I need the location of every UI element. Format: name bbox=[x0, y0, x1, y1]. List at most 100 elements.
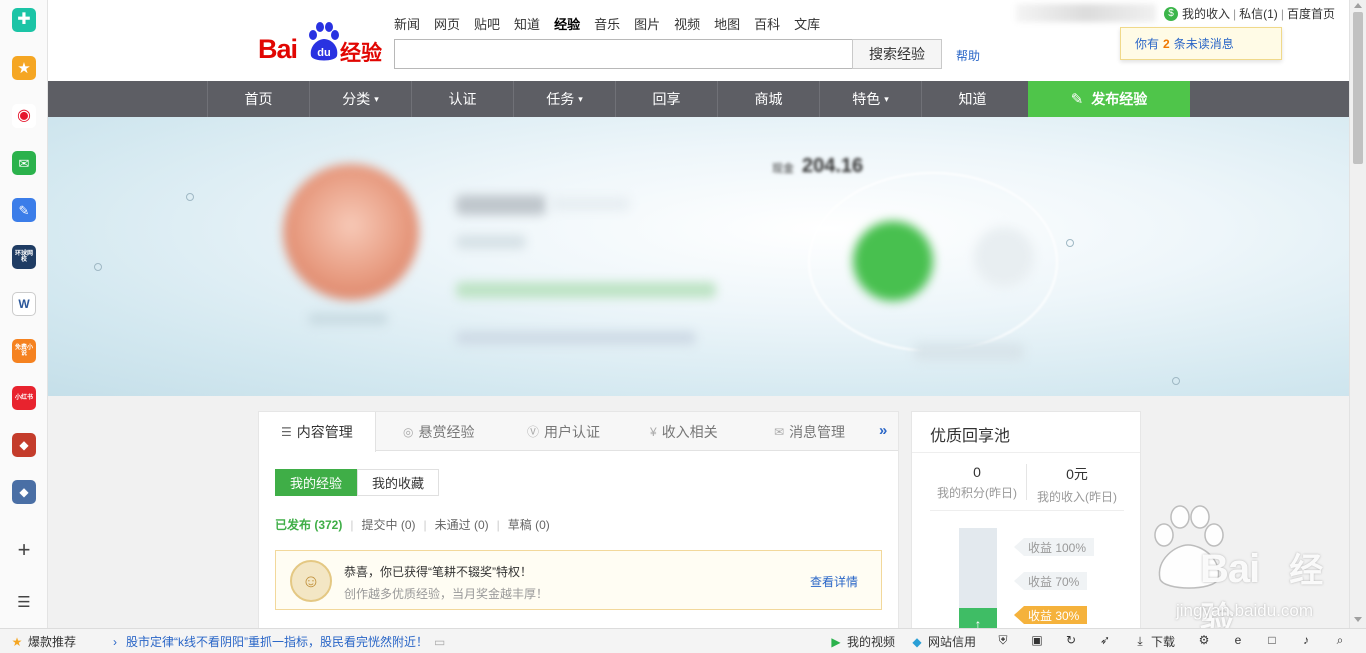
subtab-my-favorites[interactable]: 我的收藏 bbox=[357, 469, 440, 496]
nav-featured[interactable]: 特色 ▾ bbox=[819, 81, 921, 117]
xiaohongshu-icon[interactable]: 小红书 bbox=[12, 386, 36, 410]
publish-label: 发布经验 bbox=[1091, 91, 1148, 107]
scrollbar-thumb[interactable] bbox=[1353, 12, 1363, 164]
search-button[interactable]: 搜索经验 bbox=[852, 39, 942, 69]
extension-icon[interactable]: ⚙ bbox=[1197, 633, 1215, 647]
image-icon[interactable]: ▣ bbox=[1030, 633, 1048, 647]
news-ticker[interactable]: › 股市定律“k线不看阴阳”重抓一指标，股民看完恍然附近！ ▭ bbox=[108, 633, 445, 650]
baidu-home-link[interactable]: 百度首页 bbox=[1287, 5, 1335, 22]
subtab-my-experience[interactable]: 我的经验 bbox=[275, 469, 358, 496]
shield-icon[interactable]: ⛨ bbox=[996, 633, 1014, 647]
nav-home[interactable]: 首页 bbox=[207, 81, 309, 117]
user-avatar[interactable] bbox=[283, 164, 419, 300]
top-nav-music[interactable]: 音乐 bbox=[594, 14, 620, 33]
nav-label: 认证 bbox=[448, 91, 477, 107]
weibo-icon[interactable]: ◉ bbox=[12, 104, 36, 128]
blurred-badges bbox=[550, 197, 630, 211]
baidu-jingyan-logo[interactable]: Bai du 经验 bbox=[258, 22, 388, 66]
favorites-icon[interactable]: ★ bbox=[12, 56, 36, 80]
hot-recommend[interactable]: ★ 爆款推荐 bbox=[10, 633, 76, 650]
mail-icon[interactable]: ✉ bbox=[12, 151, 36, 175]
nav-label: 任务 bbox=[546, 91, 575, 107]
window-icon[interactable]: □ bbox=[1265, 633, 1283, 647]
main-nav: 首页 分类 ▾ 认证 任务 ▾ 回享 商城 特色 ▾ 知道 ✎ 发布经验 bbox=[48, 81, 1349, 117]
news-arrow-icon: › bbox=[113, 634, 117, 649]
logo-suffix: 经验 bbox=[340, 42, 382, 65]
help-link[interactable]: 帮助 bbox=[956, 47, 980, 64]
top-nav-map[interactable]: 地图 bbox=[714, 14, 740, 33]
volume-icon[interactable]: ♪ bbox=[1299, 633, 1317, 647]
my-income-link[interactable]: 我的收入 bbox=[1182, 5, 1230, 22]
tab-content-management[interactable]: ☰ 内容管理 bbox=[259, 412, 376, 452]
header: Bai du 经验 新闻 网页 贴吧 知道 经验 音乐 图片 视频 地图 百科 … bbox=[48, 0, 1349, 81]
level-30-pill: 收益 30% bbox=[1014, 606, 1088, 624]
image-glyph: ▣ bbox=[1031, 633, 1043, 647]
chevron-down-icon: ▾ bbox=[374, 93, 379, 104]
vertical-scrollbar[interactable] bbox=[1349, 0, 1366, 628]
private-messages-link[interactable]: 私信(1) bbox=[1239, 5, 1278, 22]
filter-published[interactable]: 已发布 (372) bbox=[275, 516, 342, 533]
zoom-icon[interactable]: ⌕ bbox=[1333, 633, 1351, 647]
download[interactable]: ⤓ 下载 bbox=[1133, 633, 1175, 650]
watermark-suffix: 经验 bbox=[1200, 552, 1323, 628]
tab-reward-experience[interactable]: ◎ 悬赏经验 bbox=[403, 412, 474, 451]
tab-message-management[interactable]: ✉ 消息管理 bbox=[774, 412, 845, 451]
reward-icon: ◎ bbox=[403, 424, 414, 439]
hot-recommend-icon: ★ bbox=[11, 634, 23, 649]
rocket-icon[interactable]: ➶ bbox=[1098, 633, 1116, 647]
free-novel-icon[interactable]: 免费小说 bbox=[12, 339, 36, 363]
top-nav-baike[interactable]: 百科 bbox=[754, 14, 780, 33]
nav-mall[interactable]: 商城 bbox=[717, 81, 819, 117]
filter-rejected[interactable]: 未通过 (0) bbox=[435, 516, 489, 533]
filter-submitting[interactable]: 提交中 (0) bbox=[361, 516, 415, 533]
rocket-glyph: ➶ bbox=[1099, 633, 1111, 647]
view-details-link[interactable]: 查看详情 bbox=[810, 573, 858, 590]
search-input[interactable] bbox=[394, 39, 853, 69]
top-nav-news[interactable]: 新闻 bbox=[394, 14, 420, 33]
word-doc-icon[interactable]: W bbox=[12, 292, 36, 316]
top-nav-images[interactable]: 图片 bbox=[634, 14, 660, 33]
cash-value: 204.16 bbox=[802, 155, 864, 177]
top-nav-wenku[interactable]: 文库 bbox=[794, 14, 820, 33]
nav-certify[interactable]: 认证 bbox=[411, 81, 513, 117]
my-video[interactable]: ▶ 我的视频 bbox=[829, 633, 895, 650]
top-nav-web[interactable]: 网页 bbox=[434, 14, 460, 33]
browser-sidebar: ✚ ★ ◉ ✉ ✎ 环球网校 W 免费小说 小红书 ◆ ◆ + ☰ bbox=[0, 0, 48, 628]
tab-label: 悬赏经验 bbox=[418, 423, 475, 440]
pool-title: 优质回享池 bbox=[930, 428, 1011, 445]
cash-score: 现金 204.16 bbox=[772, 155, 863, 178]
ad-badge-icon: ▭ bbox=[434, 634, 446, 649]
nav-share[interactable]: 回享 bbox=[615, 81, 717, 117]
menu-list-icon[interactable]: ☰ bbox=[14, 592, 34, 612]
top-nav-jingyan[interactable]: 经验 bbox=[554, 14, 580, 33]
chevron-down-icon: ▾ bbox=[884, 93, 889, 104]
publish-experience-button[interactable]: ✎ 发布经验 bbox=[1028, 81, 1190, 117]
ie-icon[interactable]: e bbox=[1231, 633, 1249, 647]
top-nav-tieba[interactable]: 贴吧 bbox=[474, 14, 500, 33]
tab-income[interactable]: ¥ 收入相关 bbox=[650, 412, 718, 451]
scroll-down-icon[interactable] bbox=[1354, 617, 1362, 622]
nav-tasks[interactable]: 任务 ▾ bbox=[513, 81, 615, 117]
income-value: 0元 bbox=[1066, 466, 1088, 482]
nav-category[interactable]: 分类 ▾ bbox=[309, 81, 411, 117]
pen-icon: ✎ bbox=[1070, 91, 1084, 108]
tab-user-verify[interactable]: Ⓥ 用户认证 bbox=[527, 412, 600, 451]
separator: | bbox=[1233, 6, 1237, 21]
huanqiu-app-icon[interactable]: 环球网校 bbox=[12, 245, 36, 269]
unread-message-popup[interactable]: 你有 2 条未读消息 bbox=[1120, 27, 1282, 60]
site-credit[interactable]: ◆ 网站信用 bbox=[910, 633, 976, 650]
nav-zhidao[interactable]: 知道 bbox=[921, 81, 1023, 117]
refresh-icon[interactable]: ↻ bbox=[1064, 633, 1082, 647]
profile-banner: 现金 204.16 bbox=[48, 117, 1349, 396]
add-icon[interactable]: + bbox=[14, 537, 34, 562]
filter-drafts[interactable]: 草稿 (0) bbox=[508, 516, 550, 533]
notes-icon[interactable]: ✎ bbox=[12, 198, 36, 222]
game-app-2-icon[interactable]: ◆ bbox=[12, 480, 36, 504]
health-app-icon[interactable]: ✚ bbox=[12, 8, 36, 32]
top-nav-video[interactable]: 视频 bbox=[674, 14, 700, 33]
scroll-up-icon[interactable] bbox=[1354, 3, 1362, 8]
game-app-icon[interactable]: ◆ bbox=[12, 433, 36, 457]
blurred-orb bbox=[974, 227, 1034, 287]
top-nav-zhidao[interactable]: 知道 bbox=[514, 14, 540, 33]
more-tabs-icon[interactable]: » bbox=[879, 422, 887, 439]
